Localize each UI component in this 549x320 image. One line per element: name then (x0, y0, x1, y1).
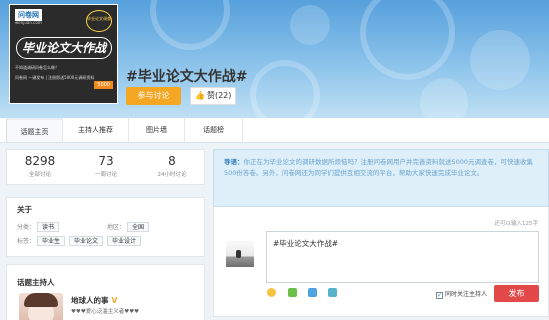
image-icon[interactable] (288, 288, 297, 297)
tags-label: 标签： (17, 238, 36, 245)
post-button[interactable]: 发布 (494, 285, 539, 302)
category-tag[interactable]: 读书 (37, 222, 60, 232)
post-textarea[interactable]: #毕业论文大作战# (266, 231, 539, 283)
decorative-circle (250, 60, 320, 118)
topic-title: #毕业论文大作战# (126, 69, 248, 85)
decorative-circle (290, 5, 330, 45)
about-category-row: 分类： 读书 (17, 222, 60, 234)
topic-tag[interactable]: 毕业设计 (107, 236, 142, 246)
stat-number: 8 (168, 154, 176, 168)
cover-line: 不知道调研问卷怎么做？ (15, 65, 59, 70)
emoji-icon[interactable] (267, 288, 276, 297)
cover-line: 问卷网 一键发布 | 注册即送5000元调研资料 (15, 75, 95, 80)
host-description: ♥♥♥爱心泛滥主义者♥♥♥ (71, 309, 140, 315)
stat-label: 全部讨论 (28, 172, 51, 178)
region-tag[interactable]: 全国 (127, 222, 150, 232)
topic-banner: 问卷网 wenjuan.com 毕业论文调查 毕业论文大作战 不知道调研问卷怎么… (0, 0, 549, 118)
music-icon[interactable] (328, 288, 337, 297)
stat-label: 24小时讨论 (157, 172, 187, 178)
decorative-circle (470, 30, 530, 90)
host-panel-title: 话题主持人 (17, 278, 55, 287)
decorative-circle (150, 0, 230, 50)
topic-guide: 导语：你正在为毕业论文的调研数据所烦恼吗？注册问卷网用户并完善资料就送5000元… (213, 149, 549, 207)
tab-photo-wall[interactable]: 图片墙 (129, 118, 185, 142)
stat-number: 8298 (24, 154, 56, 168)
guide-label: 导语： (224, 158, 244, 166)
stat-24h: 8 24小时讨论 (142, 154, 202, 178)
discussion-stats: 8298 全部讨论 73 一周讨论 8 24小时讨论 (6, 149, 205, 185)
stat-number: 73 (98, 154, 114, 168)
verified-badge-icon: V (111, 296, 118, 305)
tab-topic-ranking[interactable]: 话题榜 (185, 118, 243, 142)
follow-host-label: 同时关注主持人 (445, 291, 488, 298)
join-discussion-button[interactable]: 参与讨论 (126, 87, 181, 105)
cover-badge: 毕业论文调查 (86, 10, 112, 32)
checkbox-checked-icon[interactable]: ✓ (436, 292, 443, 299)
cover-title: 毕业论文大作战 (16, 37, 112, 59)
post-composer: 还可以输入125字 #毕业论文大作战# ✓ 同时关注主持人 发布 (213, 207, 549, 317)
stat-label: 一周讨论 (94, 172, 117, 178)
stat-all: 8298 全部讨论 (10, 154, 70, 178)
cover-price-tag: 5000 (94, 81, 113, 89)
host-avatar[interactable] (19, 293, 63, 320)
category-label: 分类： (17, 224, 36, 231)
like-button[interactable]: 👍 赞(22) (190, 87, 236, 105)
about-title: 关于 (17, 205, 32, 214)
stat-week: 73 一周讨论 (76, 154, 136, 178)
decorative-circle (420, 78, 468, 118)
like-count-label: 赞(22) (206, 91, 232, 100)
topic-tabs: 话题主页 主持人推荐 图片墙 话题榜 (0, 118, 549, 143)
cover-brand-sub: wenjuan.com (15, 20, 42, 25)
topic-tag[interactable]: 毕业论文 (69, 236, 104, 246)
about-region-row: 地区： 全国 (107, 222, 150, 234)
host-panel: 话题主持人 地球人的事 V ♥♥♥爱心泛滥主义者♥♥♥ (6, 264, 205, 320)
host-name[interactable]: 地球人的事 V (71, 295, 117, 306)
thumbs-up-icon: 👍 (195, 91, 205, 100)
about-panel: 关于 分类： 读书 地区： 全国 标签： 毕业生 毕业论文 毕业设计 (6, 197, 205, 257)
topic-cover-image: 问卷网 wenjuan.com 毕业论文调查 毕业论文大作战 不知道调研问卷怎么… (9, 4, 118, 104)
tab-host-recommend[interactable]: 主持人推荐 (63, 118, 129, 142)
decorative-circle (360, 0, 455, 80)
guide-text: 你正在为毕业论文的调研数据所烦恼吗？注册问卷网用户并完善资料就送5000元调查卷… (224, 158, 534, 177)
host-name-text: 地球人的事 (71, 296, 109, 305)
video-icon[interactable] (308, 288, 317, 297)
tab-home[interactable]: 话题主页 (6, 118, 63, 142)
char-count-hint: 还可以输入125字 (494, 221, 539, 227)
topic-tag[interactable]: 毕业生 (37, 236, 66, 246)
user-avatar (226, 241, 254, 267)
avatar-hair (24, 293, 58, 307)
follow-host-option[interactable]: ✓ 同时关注主持人 (436, 289, 487, 299)
region-label: 地区： (107, 224, 126, 231)
about-tags-row: 标签： 毕业生 毕业论文 毕业设计 (17, 236, 142, 248)
